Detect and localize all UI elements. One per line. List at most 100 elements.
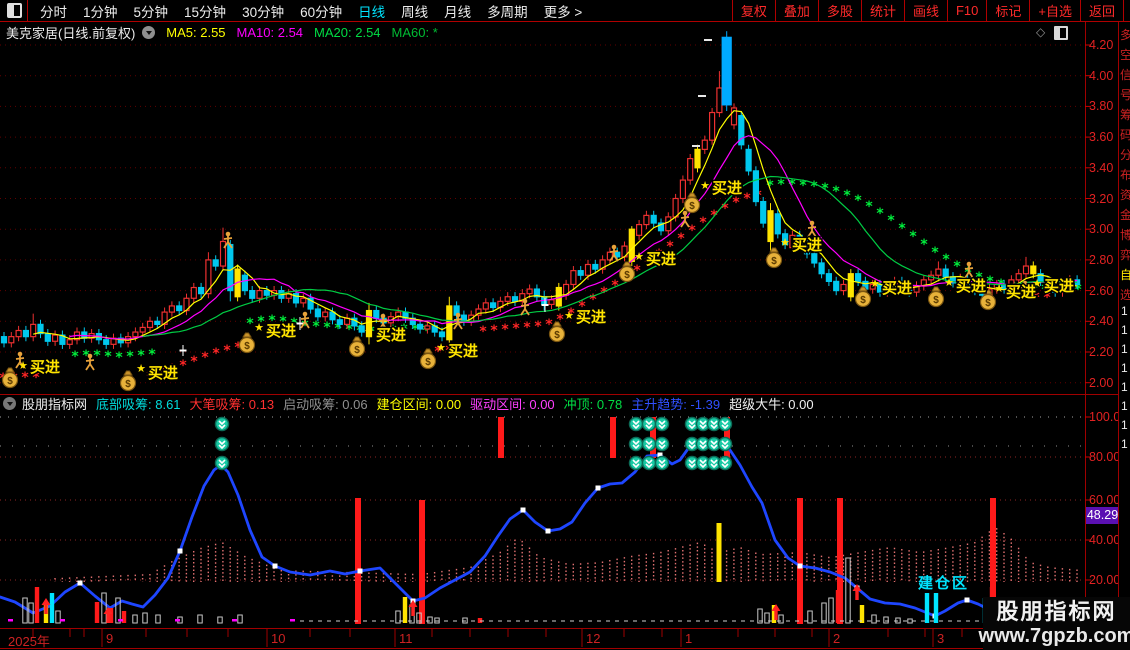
toolbar-button-7[interactable]: +自选 [1029,0,1080,21]
diamond-icon[interactable]: ◇ [1036,25,1045,39]
sidebar-item-1[interactable]: 空 [1120,49,1130,62]
toolbar-button-0[interactable]: 复权 [731,0,775,21]
nav-item-3[interactable]: 15分钟 [184,1,226,21]
money-bag-icon: $ [119,370,137,392]
sidebar-item-selected[interactable]: 自 [1120,269,1130,282]
ma-legend: MA5: 2.55 MA10: 2.54 MA20: 2.54 MA60: * [155,25,438,40]
chart-canvas[interactable]: * ** * * * * * * ** * * * * * * * ** * * * * * * * * * * * * * ** * * ** *… [0,0,1130,650]
svg-text:*: * [312,319,320,335]
line-node-marker [77,580,83,586]
toolbar-button-6[interactable]: 标记 [986,0,1029,21]
nav-item-0[interactable]: 分时 [40,1,67,21]
price-label-2: 3.80 [1089,99,1114,114]
sidebar-item-5[interactable]: 码 [1120,129,1130,142]
sidebar-item-11[interactable]: 弈 [1120,249,1130,262]
double-chevron-medal-icon [717,436,733,452]
nav-item-6[interactable]: 日线 [358,1,385,21]
trend-asterisk-trails: * ** * * * * * * ** * * * * * * * ** * * * * * * * * * * * * * ** * * ** *… [0,177,1082,387]
buy-label: 买进 [712,180,742,197]
sidebar-count-6: 1 [1121,418,1128,432]
toolbar-button-1[interactable]: 叠加 [774,0,818,21]
buy-label: 买进 [792,237,822,254]
svg-text:*: * [909,229,917,245]
nav-item-2[interactable]: 5分钟 [134,1,169,21]
svg-text:*: * [898,221,906,237]
svg-text:*: * [777,177,785,193]
svg-text:*: * [323,320,331,336]
line-node-marker [272,563,278,569]
indicator-item-2: 启动吸筹: 0.06 [283,396,368,412]
money-bag-icon: $ [854,286,872,308]
money-bag-icon: $ [348,336,366,358]
nav-item-8[interactable]: 月线 [444,1,471,21]
svg-text:*: * [732,195,740,211]
sidebar-item-6[interactable]: 分 [1120,149,1130,162]
line-node-marker [177,548,183,554]
sidebar-item-after[interactable]: 选 [1120,289,1130,302]
sidebar-item-0[interactable]: 多 [1120,29,1130,42]
window-split-icon[interactable] [7,3,22,18]
sidebar-count-4: 1 [1121,380,1128,394]
divider [27,0,28,21]
svg-text:*: * [501,322,509,338]
sidebar-item-9[interactable]: 金 [1120,209,1130,222]
buy-label: 买进 [448,343,478,360]
svg-text:*: * [104,349,112,365]
indicator-item-5: 冲顶: 0.78 [563,396,623,412]
line-node-marker [964,597,970,603]
money-bag-icon: $ [238,332,256,354]
ma-label-2: MA20: 2.54 [314,24,381,40]
nav-item-9[interactable]: 多周期 [487,1,528,21]
svg-text:*: * [93,348,101,364]
svg-text:*: * [212,346,220,362]
double-chevron-medal-icon [214,436,230,452]
toolbar-button-3[interactable]: 统计 [860,0,904,21]
money-bag-icon: $ [927,286,945,308]
chevron-down-icon[interactable] [142,25,156,39]
line-node-marker [595,485,601,491]
sidebar-item-7[interactable]: 布 [1120,169,1130,182]
star-icon: ★ [18,360,28,372]
sidebar-count-7: 1 [1121,437,1128,451]
toolbar-button-4[interactable]: 画线 [903,0,947,21]
indicator-axis-label-4: 20.00 [1089,573,1121,587]
right-sidebar[interactable]: 多空信号筹码分布资金博弈自选 1 1 1 1 1 1 1 1 [1118,22,1130,650]
sidebar-item-8[interactable]: 资 [1120,189,1130,202]
svg-text:*: * [832,184,840,200]
nav-item-4[interactable]: 30分钟 [242,1,284,21]
indicator-axis-label-3: 40.00 [1089,533,1121,547]
svg-text:$: $ [125,379,131,390]
sidebar-item-10[interactable]: 博 [1120,229,1130,242]
stock-title: 美克家居(日线.前复权) [6,25,136,41]
sidebar-item-4[interactable]: 筹 [1120,109,1130,122]
double-chevron-medal-icon [717,455,733,471]
panel-layout-icon[interactable] [1054,26,1068,40]
toolbar-button-2[interactable]: 多股 [817,0,861,21]
buy-label: 买进 [30,359,60,376]
toolbar-button-5[interactable]: F10 [946,0,986,21]
indicator-item-7: 超级大牛: 0.00 [729,396,814,412]
svg-text:$: $ [244,341,250,352]
svg-text:*: * [21,370,29,386]
nav-item-10[interactable]: 更多 > [544,1,583,21]
svg-text:*: * [126,349,134,365]
month-label-12: 12 [586,631,601,646]
sidebar-count-3: 1 [1121,361,1128,375]
svg-text:$: $ [689,201,695,212]
nav-item-5[interactable]: 60分钟 [300,1,342,21]
sidebar-item-2[interactable]: 信 [1120,69,1130,82]
buy-label: 买进 [956,278,986,295]
svg-text:*: * [137,348,145,364]
svg-text:$: $ [933,295,939,306]
indicator-item-4: 驱动区间: 0.00 [470,396,555,412]
zone-label: 建仓区 [918,574,969,592]
toolbar-button-8[interactable]: 返回 [1079,0,1124,21]
line-node-marker [357,568,363,574]
year-label: 2025年 [8,634,50,649]
sidebar-item-3[interactable]: 号 [1120,89,1130,102]
volume-mini-bars [8,557,995,624]
nav-item-1[interactable]: 1分钟 [83,1,118,21]
nav-item-7[interactable]: 周线 [401,1,428,21]
chevron-down-icon[interactable] [3,396,16,410]
date-axis: 2025年 9 10 11 12 1 2 3 [0,628,1130,649]
